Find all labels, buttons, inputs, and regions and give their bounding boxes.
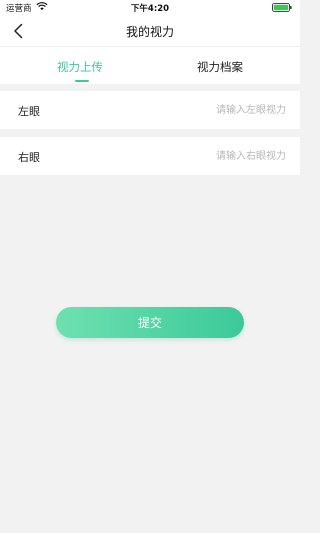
left-eye-label: 左眼 (18, 105, 40, 118)
submit-button[interactable]: 提交 (56, 307, 244, 338)
tab-vision-records[interactable]: 视力档案 (145, 59, 295, 75)
status-bar: 运营商 下午4:20 (0, 0, 300, 16)
right-eye-input[interactable] (136, 147, 286, 165)
active-tab-indicator (75, 80, 89, 82)
right-eye-row: 右眼 (0, 137, 300, 175)
nav-bar: 我的视力 (0, 16, 300, 46)
left-eye-input[interactable] (136, 101, 286, 119)
battery-icon (272, 3, 292, 12)
left-eye-row: 左眼 (0, 91, 300, 129)
tab-bar: 视力上传 视力档案 (0, 46, 300, 84)
right-eye-label: 右眼 (18, 151, 40, 164)
status-time: 下午4:20 (130, 4, 170, 14)
tab-vision-upload[interactable]: 视力上传 (5, 59, 155, 75)
page-title: 我的视力 (125, 25, 174, 39)
